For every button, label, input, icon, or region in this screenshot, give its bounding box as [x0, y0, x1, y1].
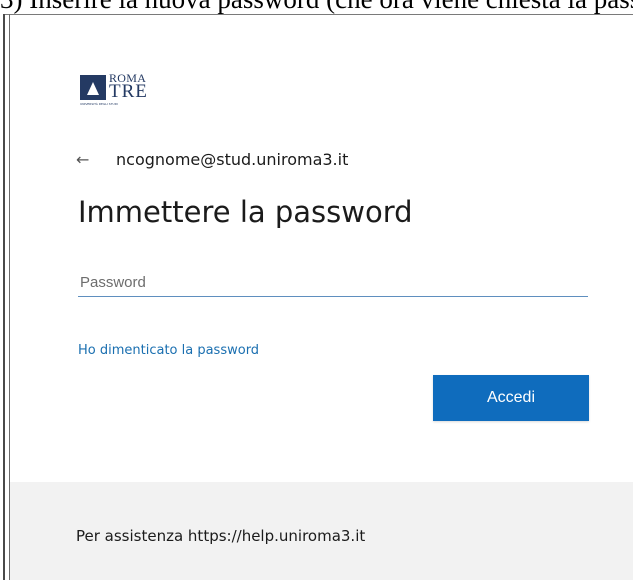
help-text: Per assistenza https://help.uniroma3.it — [76, 527, 366, 545]
back-arrow-icon[interactable]: ← — [76, 150, 89, 169]
roma-tre-logo: ROMA TRE UNIVERSITÀ DEGLI STUDI — [80, 65, 172, 109]
frame-left-line — [3, 14, 5, 580]
forgot-password-link[interactable]: Ho dimenticato la password — [78, 343, 259, 358]
logo-triangle-icon — [87, 82, 99, 95]
document-caption: 3) Inserire la nuova password (che ora v… — [0, 0, 633, 14]
account-email: ncognome@stud.uniroma3.it — [116, 150, 349, 169]
sign-in-button[interactable]: Accedi — [433, 375, 589, 421]
page-title: Immettere la password — [78, 195, 413, 229]
password-input[interactable] — [78, 268, 588, 297]
footer: Per assistenza https://help.uniroma3.it — [10, 482, 633, 580]
logo-subtitle: UNIVERSITÀ DEGLI STUDI — [80, 102, 118, 106]
logo-name-bottom: TRE — [109, 81, 148, 102]
